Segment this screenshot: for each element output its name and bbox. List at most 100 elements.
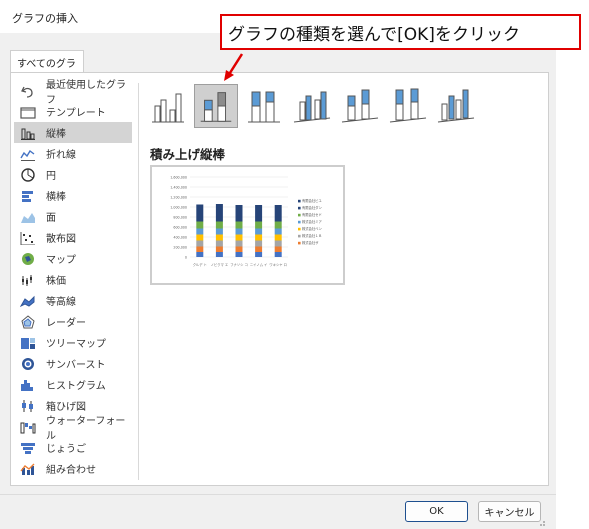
clustered-column-icon[interactable] <box>146 84 190 128</box>
bar-segment <box>215 228 223 235</box>
sidebar-item[interactable]: ヒストグラム <box>14 374 132 395</box>
x-tick-label: フナソシ コ <box>230 262 248 267</box>
sidebar-item-label: 等高線 <box>46 297 76 308</box>
x-tick-label: ニイノム イ <box>250 262 268 267</box>
sidebar-item[interactable]: ツリーマップ <box>14 332 132 353</box>
bar-segment <box>196 246 204 252</box>
sidebar-item-label: 最近使用したグラフ <box>46 79 126 106</box>
pie-chart-icon <box>20 167 36 182</box>
legend-swatch <box>298 234 301 238</box>
x-tick-label: ノビクマ エ <box>211 262 229 267</box>
sidebar-item-label: 縦棒 <box>46 129 66 140</box>
histogram-chart-icon <box>20 378 36 392</box>
legend-swatch <box>298 206 301 210</box>
combo-chart-icon <box>20 462 36 476</box>
sidebar-item-label: 円 <box>46 171 56 182</box>
y-tick-label: 200,000 <box>173 246 187 250</box>
treemap-chart-icon <box>20 336 36 350</box>
ok-button[interactable]: OK <box>405 501 468 522</box>
legend-label: 有限会社ダン <box>302 205 322 210</box>
bar-segment <box>255 228 263 235</box>
callout-arrow-icon <box>224 53 244 81</box>
bar-segment <box>274 221 282 229</box>
bar-segment <box>235 221 243 229</box>
subtype-title: 積み上げ縦棒 <box>150 147 226 162</box>
cancel-button[interactable]: キャンセル <box>478 501 541 522</box>
resize-grip-icon[interactable] <box>536 517 546 527</box>
bar-segment <box>196 228 204 235</box>
3d-column-icon[interactable] <box>434 84 478 128</box>
sidebar-item[interactable]: 面 <box>14 206 132 227</box>
sidebar-item[interactable]: ウォーターフォール <box>14 416 132 442</box>
sidebar-item-label: ツリーマップ <box>46 339 106 350</box>
y-tick-label: 400,000 <box>173 236 187 240</box>
sidebar-item-label: テンプレート <box>46 108 106 119</box>
bar-segment <box>215 204 223 214</box>
bar-segment <box>196 214 204 222</box>
bar-segment <box>215 214 223 222</box>
line-chart-icon <box>20 147 36 161</box>
bar-segment <box>255 234 263 241</box>
bar-segment <box>274 228 282 235</box>
3d-100-stacked-column-icon[interactable] <box>386 84 430 128</box>
insert-chart-dialog: グラフの挿入 グラフの種類を選んで[OK]をクリック すべてのグラフ 最近使用し… <box>0 0 589 529</box>
bar-segment <box>215 234 223 241</box>
bar-segment <box>235 205 243 214</box>
sidebar-item[interactable]: 組み合わせ <box>14 458 132 479</box>
chart-preview[interactable]: 1,600,000 1,400,000 1,200,000 1,000,000 800,… <box>150 165 345 285</box>
bar-segment <box>215 221 223 229</box>
radar-chart-icon <box>20 314 36 329</box>
legend-swatch <box>298 213 301 217</box>
ok-button-label: OK <box>429 506 444 517</box>
3d-clustered-column-icon[interactable] <box>290 84 334 128</box>
sidebar-item[interactable]: 縦棒 <box>14 122 132 143</box>
sidebar-item[interactable]: マップ <box>14 248 132 269</box>
bar-segment <box>235 234 243 241</box>
cancel-button-label: キャンセル <box>484 508 535 519</box>
bar-segment <box>196 240 204 247</box>
y-tick-label: 1,000,000 <box>170 206 187 210</box>
sidebar-item[interactable]: 横棒 <box>14 185 132 206</box>
folder-icon <box>20 105 36 119</box>
stacked-column-icon[interactable] <box>194 84 238 128</box>
x-tick-label: クルデ ト <box>193 262 207 267</box>
sidebar-item[interactable]: 等高線 <box>14 290 132 311</box>
sidebar-item[interactable]: 折れ線 <box>14 143 132 164</box>
legend-swatch <box>298 227 301 231</box>
area-chart-icon <box>20 210 36 224</box>
sidebar-item-label: 折れ線 <box>46 150 76 161</box>
sidebar-item-label: 横棒 <box>46 192 66 203</box>
sidebar-item[interactable]: 最近使用したグラフ <box>14 80 132 106</box>
funnel-chart-icon <box>20 441 36 455</box>
sidebar-item-label: 散布図 <box>46 234 76 245</box>
sidebar-item-label: じょうご <box>46 444 86 455</box>
footer-divider <box>0 494 556 495</box>
box-whisker-icon <box>20 399 36 413</box>
legend-label: 株式会社ザ <box>302 240 319 245</box>
bar-segment <box>235 246 243 252</box>
sidebar-item[interactable]: 散布図 <box>14 227 132 248</box>
sidebar-item[interactable]: レーダー <box>14 311 132 332</box>
legend-label: 株式会社ミア <box>302 219 322 224</box>
3d-stacked-column-icon[interactable] <box>338 84 382 128</box>
sidebar-item[interactable]: 円 <box>14 164 132 185</box>
bar-segment <box>255 240 263 247</box>
bar-segment <box>274 240 282 247</box>
bar-segment <box>235 228 243 235</box>
sidebar-item[interactable]: 株価 <box>14 269 132 290</box>
bar-chart-icon <box>20 189 36 203</box>
bar-segment <box>255 252 263 257</box>
bar-segment <box>274 246 282 252</box>
sidebar-item-label: レーダー <box>46 318 86 329</box>
bar-segment <box>255 205 263 214</box>
bar-segment <box>235 252 243 257</box>
dialog-title: グラフの挿入 <box>12 12 78 25</box>
sidebar-item[interactable]: サンバースト <box>14 353 132 374</box>
preview-chart: 1,600,000 1,400,000 1,200,000 1,000,000 800,… <box>170 176 322 268</box>
bar-segment <box>274 234 282 241</box>
100-stacked-column-icon[interactable] <box>242 84 286 128</box>
bar-segment <box>196 252 204 257</box>
tab-all-charts[interactable]: すべてのグラフ <box>10 50 84 85</box>
sidebar-item-label: サンバースト <box>46 360 106 371</box>
map-chart-icon <box>20 252 36 266</box>
